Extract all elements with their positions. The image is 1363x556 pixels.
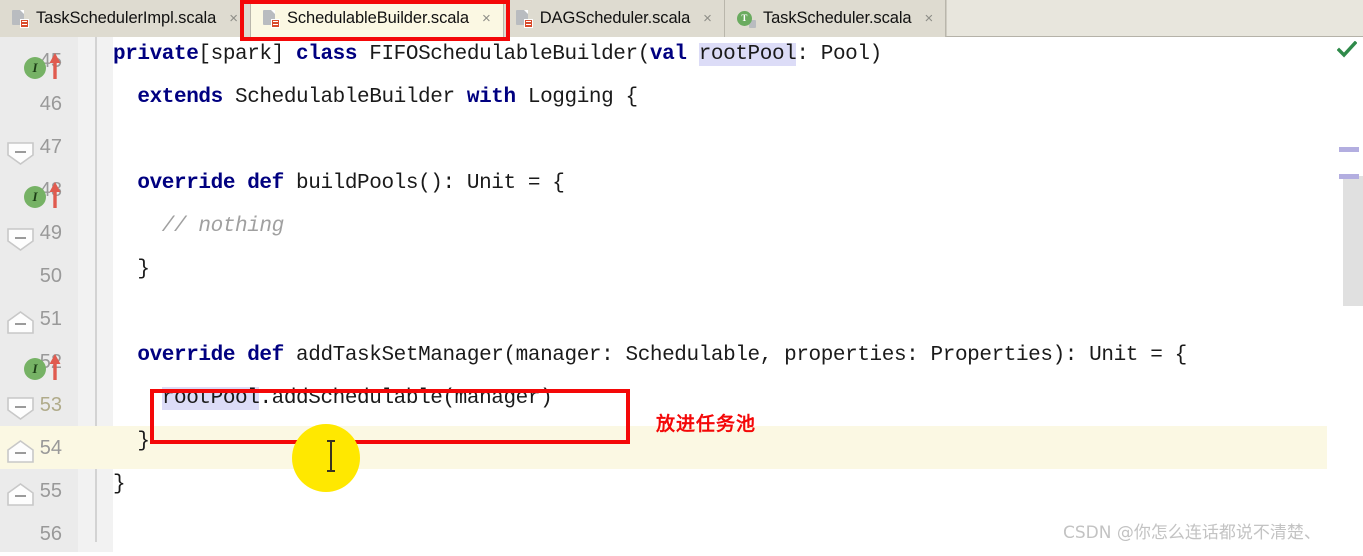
code-token-keyword: def [247, 344, 284, 367]
editor-scrollbar-track[interactable] [1341, 68, 1363, 552]
code-line-48[interactable]: override def buildPools(): Unit = { [113, 162, 565, 205]
code-token: Logging { [515, 86, 638, 109]
fold-collapse-icon[interactable] [7, 397, 34, 420]
tab-schedulable-builder[interactable]: SchedulableBuilder.scala × [250, 0, 504, 37]
code-token-keyword: override [137, 344, 236, 367]
code-token-keyword: override [137, 172, 236, 195]
implementation-marker[interactable]: I [24, 180, 70, 210]
code-token-keyword: extends [137, 86, 223, 109]
trait-icon: T [736, 10, 756, 28]
fold-expand-icon[interactable] [7, 483, 34, 506]
csdn-watermark: CSDN @你怎么连话都说不清楚、 [1063, 523, 1321, 543]
inspection-ok-check-icon[interactable] [1336, 40, 1358, 59]
overriding-method-arrow-icon [48, 180, 62, 210]
code-token-keyword: val [649, 43, 687, 66]
code-line-53[interactable]: rootPool.addSchedulable(manager) [113, 377, 553, 420]
implemented-icon: I [24, 358, 46, 380]
overriding-method-arrow-icon [48, 352, 62, 382]
code-editor[interactable]: 45 46 47 48 49 50 51 52 53 54 55 56 I I … [0, 37, 1363, 552]
scala-file-icon [12, 9, 29, 28]
implemented-icon: I [24, 57, 46, 79]
line-number: 50 [39, 265, 62, 287]
tab-label: TaskScheduler.scala [762, 9, 912, 27]
code-line-55[interactable]: } [113, 463, 126, 506]
implemented-icon: I [24, 186, 46, 208]
annotation-note-text: 放进任务池 [656, 413, 757, 435]
tab-bar-empty-area [946, 0, 1363, 36]
code-line-52[interactable]: override def addTaskSetManager(manager: … [113, 334, 1187, 377]
occurrence-marker[interactable] [1339, 174, 1359, 179]
code-line-46[interactable]: extends SchedulableBuilder with Logging … [113, 76, 638, 119]
fold-expand-icon[interactable] [7, 440, 34, 463]
tab-label: DAGScheduler.scala [539, 9, 691, 27]
code-token: SchedulableBuilder [222, 86, 467, 109]
editor-tab-bar: TaskSchedulerImpl.scala × SchedulableBui… [0, 0, 1363, 37]
fold-expand-icon[interactable] [7, 311, 34, 334]
tab-label: TaskSchedulerImpl.scala [36, 9, 217, 27]
implementation-marker[interactable]: I [24, 352, 70, 382]
occurrence-marker[interactable] [1339, 147, 1359, 152]
tab-task-scheduler-impl[interactable]: TaskSchedulerImpl.scala × [0, 0, 251, 37]
highlighted-identifier: rootPool [698, 43, 797, 66]
editor-scrollbar-thumb[interactable] [1343, 176, 1363, 306]
tab-close-icon[interactable]: × [227, 11, 240, 26]
code-line-54[interactable]: } [113, 420, 150, 463]
fold-collapse-icon[interactable] [7, 228, 34, 251]
code-line-45[interactable]: private[spark] class FIFOSchedulableBuil… [113, 33, 882, 76]
code-token-keyword: class [296, 43, 358, 66]
tab-close-icon[interactable]: × [701, 11, 714, 26]
scala-file-icon [262, 9, 280, 28]
code-line-50[interactable]: } [113, 248, 150, 291]
tab-close-icon[interactable]: × [922, 11, 935, 26]
implementation-marker[interactable]: I [24, 51, 70, 81]
code-line-49-comment: // nothing [113, 215, 284, 238]
tab-task-scheduler[interactable]: T TaskScheduler.scala × [724, 0, 947, 37]
trait-icon-letter: T [736, 10, 752, 26]
code-token: FIFOSchedulableBuilder( [357, 43, 650, 66]
line-number: 46 [39, 93, 62, 115]
editor-marker-column[interactable] [1327, 37, 1363, 552]
code-token-keyword: def [247, 172, 284, 195]
code-token: addTaskSetManager(manager: Schedulable, … [283, 344, 1187, 367]
overriding-method-arrow-icon [48, 51, 62, 81]
highlighted-identifier: rootPool [161, 387, 260, 410]
code-token: : Pool) [796, 43, 882, 66]
tab-label: SchedulableBuilder.scala [286, 9, 469, 27]
code-token: buildPools(): Unit = { [283, 172, 565, 195]
code-token-keyword: private [113, 43, 199, 66]
tab-close-icon[interactable]: × [480, 11, 493, 26]
code-token: [spark] [198, 43, 297, 66]
code-token-keyword: with [466, 86, 516, 109]
tab-dag-scheduler[interactable]: DAGScheduler.scala × [503, 0, 725, 37]
scala-file-icon [515, 9, 533, 28]
fold-collapse-icon[interactable] [7, 142, 34, 165]
line-number: 56 [39, 523, 62, 545]
code-token: .addSchedulable(manager) [259, 387, 553, 410]
